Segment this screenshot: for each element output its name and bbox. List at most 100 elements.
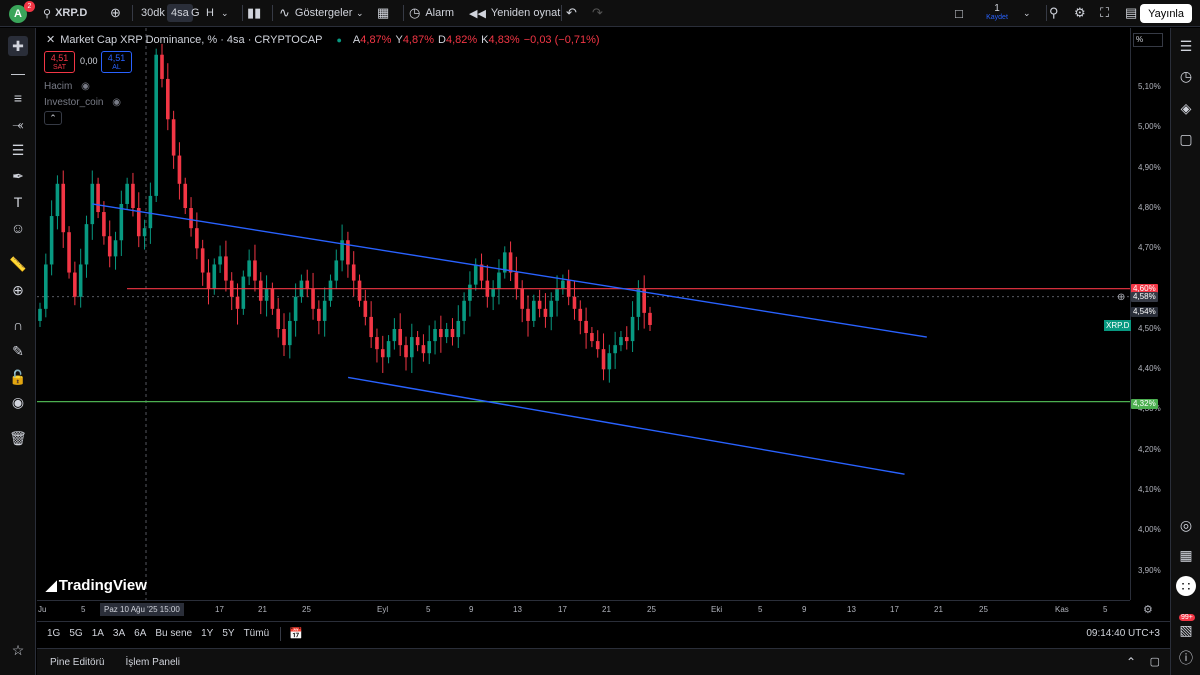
range-ytd[interactable]: Bu sene [155, 628, 192, 639]
price-chart[interactable] [37, 28, 1130, 600]
help-button[interactable]: ⓘ [1176, 648, 1196, 668]
text-tool[interactable]: T [8, 192, 28, 212]
object-tree-button[interactable]: ◈ [1176, 98, 1196, 118]
chats-button[interactable]: ▢ [1176, 129, 1196, 149]
divider [561, 5, 562, 21]
alarm-button[interactable]: ◷ Alarm [409, 0, 454, 27]
undo-button[interactable]: ↶ [566, 0, 577, 27]
range-all[interactable]: Tümü [244, 628, 270, 639]
indicators-button[interactable]: ∿ Göstergeler [279, 0, 352, 27]
tv-logo-icon: ◢ [46, 577, 57, 593]
candle-body [218, 256, 222, 265]
range-5y[interactable]: 5Y [222, 628, 234, 639]
eye-off-icon[interactable]: ◉ [81, 81, 90, 92]
remove-drawings-tool[interactable]: 🗑 [8, 428, 28, 448]
layout-dropdown[interactable]: ⌄ [1023, 0, 1031, 27]
time-tick: 13 [513, 605, 522, 614]
interval-dropdown[interactable]: ⌄ [221, 0, 229, 27]
close-icon[interactable]: ✕ [46, 33, 55, 46]
zoom-tool[interactable]: ⊕ [8, 280, 28, 300]
trend-line-tool[interactable]: — [8, 63, 28, 83]
chart-type-button[interactable]: ▮▮ [247, 0, 261, 27]
settings-button[interactable]: ⚙ [1074, 0, 1086, 27]
pencil-lock-icon: ✎ [12, 342, 24, 359]
emoji-tool[interactable]: ☺ [8, 218, 28, 238]
candle-body [590, 333, 594, 342]
interval-4h[interactable]: 4sa [167, 0, 193, 27]
measure-tool[interactable]: 📏 [8, 254, 28, 274]
range-3m[interactable]: 3A [113, 628, 125, 639]
hide-drawings-tool[interactable]: ◉ [8, 392, 28, 412]
sell-price: 4,51 [50, 53, 69, 63]
crosshair-tool[interactable]: ✚ [8, 36, 28, 56]
chart-pane[interactable] [37, 28, 1170, 600]
publish-button[interactable]: Yayınla [1140, 4, 1192, 23]
go-to-date-icon[interactable]: 📅 [289, 627, 303, 640]
candle-body [549, 300, 554, 317]
eye-off-icon[interactable]: ◉ [112, 97, 121, 108]
calendar-button[interactable]: ▦ [1176, 545, 1196, 565]
candle-body [84, 224, 89, 265]
alarm-clock-icon: ◷ [1179, 67, 1193, 84]
expand-panel-button[interactable]: ⌃ [1126, 655, 1136, 669]
fullscreen-icon: ⛶ [1100, 5, 1110, 20]
object-tree-button[interactable]: ☆ [8, 640, 28, 660]
sell-button[interactable]: 4,51 SAT [44, 51, 75, 73]
tab-trading-panel[interactable]: İşlem Paneli [125, 657, 179, 668]
layout-select-button[interactable]: □ [955, 0, 963, 27]
compare-symbol-button[interactable]: ⊕ [110, 0, 121, 27]
watchlist-button[interactable]: ☰ [1176, 36, 1196, 56]
range-5d[interactable]: 5G [69, 628, 82, 639]
symbol-search[interactable]: ⚲ XRP.D [43, 0, 87, 27]
chart-legend: ✕ Market Cap XRP Dominance, % · 4sa · CR… [46, 33, 600, 47]
hotlists-button[interactable]: ◎ [1176, 515, 1196, 535]
alerts-button[interactable]: ◷ [1176, 66, 1196, 86]
lock-drawings-tool[interactable]: 🔓 [8, 367, 28, 387]
layouts-button[interactable]: ▦ [377, 0, 389, 27]
add-alert-icon[interactable]: ⊕ [1117, 292, 1125, 303]
interval-30m[interactable]: 30dk [141, 0, 165, 27]
trash-icon: 🗑 [9, 429, 27, 446]
indicators-icon: ∿ [279, 5, 290, 20]
interval-1w[interactable]: H [206, 0, 214, 27]
snapshot-button[interactable]: ▤ [1125, 0, 1137, 27]
stay-drawing-tool[interactable]: ✎ [8, 341, 28, 361]
candle-body [38, 308, 42, 321]
time-tick: 25 [647, 605, 656, 614]
publish-label: Yayınla [1148, 7, 1184, 20]
range-6m[interactable]: 6A [134, 628, 146, 639]
pattern-tool[interactable]: ⤛ [8, 114, 28, 134]
interval-1d[interactable]: G [191, 0, 200, 27]
candles-icon: ▮▮ [247, 5, 262, 20]
fib-tool[interactable]: ☰ [8, 140, 28, 160]
quick-search-button[interactable]: ⚲ [1049, 0, 1059, 27]
indicator-volume[interactable]: Hacim ◉ [44, 81, 90, 92]
candle-body [607, 353, 612, 370]
buy-button[interactable]: 4,51 AL [101, 51, 132, 73]
maximize-panel-button[interactable]: ▢ [1150, 655, 1160, 668]
brush-tool[interactable]: ✒ [8, 166, 28, 186]
replay-button[interactable]: ◀◀ Yeniden oynat [469, 0, 560, 27]
range-1m[interactable]: 1A [92, 628, 104, 639]
candle-body [497, 272, 501, 289]
time-axis[interactable] [37, 600, 1130, 620]
save-layout-button[interactable]: 1 Kaydet [986, 3, 1008, 21]
redo-button[interactable]: ↷ [592, 0, 603, 27]
indicators-dropdown[interactable]: ⌄ [356, 0, 364, 27]
range-1d[interactable]: 1G [47, 628, 60, 639]
horizontal-lines-tool[interactable]: ≡ [8, 88, 28, 108]
market-status-dot: ● [336, 34, 342, 45]
fullscreen-button[interactable]: ⛶ [1100, 0, 1109, 27]
tab-pine-editor[interactable]: Pine Editörü [50, 657, 104, 668]
time-axis-settings-button[interactable]: ⚙ [1143, 603, 1153, 616]
indicator-investor-coin[interactable]: Investor_coin ◉ [44, 97, 121, 108]
candle-body [160, 54, 164, 79]
magnet-tool[interactable]: ∩ [8, 315, 28, 335]
candle-body [247, 260, 251, 277]
range-1y[interactable]: 1Y [201, 628, 213, 639]
scale-unit-button[interactable]: % [1133, 33, 1163, 47]
collapse-legend-button[interactable]: ⌃ [44, 111, 62, 125]
products-button[interactable]: ∷ [1176, 576, 1196, 596]
notifications-button[interactable]: ▧ [1176, 620, 1196, 640]
timezone-clock[interactable]: 09:14:40 UTC+3 [1086, 628, 1160, 639]
